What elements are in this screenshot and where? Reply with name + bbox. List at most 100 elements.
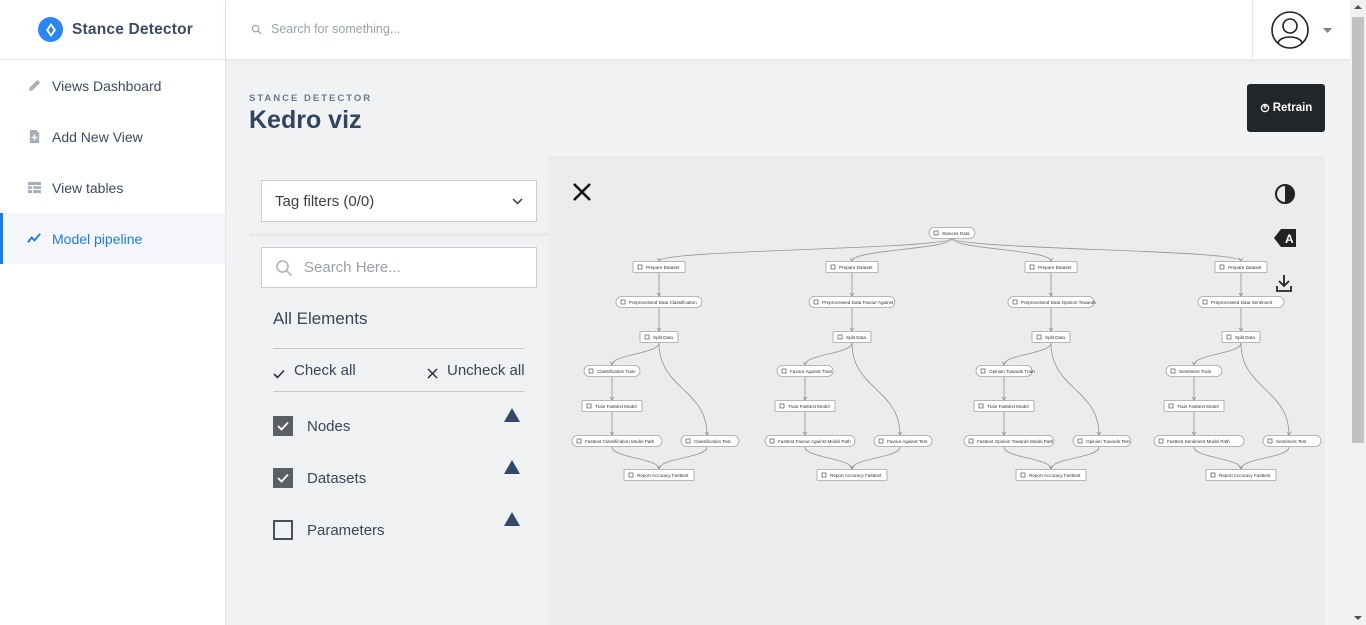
checkmark-icon: [277, 473, 289, 483]
node-label: Report Accuracy Fasttext: [830, 473, 882, 478]
task-node[interactable]: Prepare Dataset: [1214, 261, 1268, 273]
nodes-checkbox[interactable]: [273, 416, 293, 436]
task-node[interactable]: Prepare Dataset: [1024, 261, 1078, 273]
collapse-triangle-icon[interactable]: [504, 408, 520, 422]
node-label: Prepare Dataset: [839, 265, 873, 270]
datasets-checkbox[interactable]: [273, 468, 293, 488]
scroll-thumb[interactable]: [1352, 17, 1364, 443]
label-toggle-icon[interactable]: A: [1274, 228, 1296, 248]
export-icon[interactable]: [1274, 273, 1294, 293]
element-search-input[interactable]: [304, 259, 524, 276]
edge-arrow-icon: [1048, 257, 1054, 262]
task-node[interactable]: Report Accuracy Fasttext: [623, 469, 695, 481]
task-node[interactable]: Prepare Dataset: [632, 261, 686, 273]
dataset-node[interactable]: Preprocessed Data Opinion Towards: [1007, 296, 1096, 308]
graph-edge: [1193, 446, 1242, 470]
dataset-node[interactable]: Preprocessed Data Sentiment: [1197, 296, 1285, 308]
task-node[interactable]: Train Fasttext Model: [774, 400, 836, 412]
scroll-up-arrow-icon[interactable]: [1354, 5, 1362, 9]
retrain-button[interactable]: Retrain: [1247, 84, 1325, 132]
trend-line-icon: [27, 233, 41, 243]
task-node[interactable]: Report Accuracy Fasttext: [1015, 469, 1087, 481]
dataset-node[interactable]: Favour Against Train: [776, 365, 834, 377]
dataset-node[interactable]: Sentiment Train: [1165, 365, 1223, 377]
element-label: Nodes: [307, 417, 351, 435]
task-node[interactable]: Split Data: [1221, 331, 1261, 343]
sidebar-item-view-tables[interactable]: View tables: [0, 162, 225, 213]
node-label: Opinion Towards Train: [989, 369, 1035, 374]
sidebar-item-views-dashboard[interactable]: Views Dashboard: [0, 60, 225, 111]
node-label: Preprocessed Data Classification: [629, 300, 697, 305]
tag-filter-dropdown[interactable]: Tag filters (0/0): [261, 180, 537, 222]
uncheck-all-button[interactable]: Uncheck all: [427, 362, 525, 379]
dataset-node[interactable]: Preprocessed Data Classification: [615, 296, 703, 308]
dataset-node[interactable]: Fasttext Sentiment Model Path: [1153, 435, 1245, 447]
scroll-down-arrow-icon[interactable]: [1354, 616, 1362, 620]
collapse-triangle-icon[interactable]: [504, 512, 520, 526]
task-node[interactable]: Prepare Dataset: [825, 261, 879, 273]
global-search: [251, 22, 571, 36]
brand-title: Stance Detector: [72, 20, 194, 38]
edge-arrow-icon: [1238, 257, 1244, 262]
task-node[interactable]: Split Data: [1031, 331, 1071, 343]
node-label: Classification Train: [597, 369, 636, 374]
node-label: Split Data: [1045, 335, 1065, 340]
user-menu[interactable]: [1252, 0, 1350, 60]
dataset-node[interactable]: Sentiment Test: [1262, 435, 1322, 447]
dataset-node[interactable]: Stances Data: [928, 227, 976, 239]
tag-filter-label: Tag filters (0/0): [275, 192, 375, 210]
dataset-node[interactable]: Classification Train: [583, 365, 641, 377]
dataset-node[interactable]: Fasttext Opinion Towards Model Path: [963, 435, 1055, 447]
element-row-datasets[interactable]: Datasets: [273, 468, 366, 488]
dataset-node[interactable]: Opinion Towards Test: [1072, 435, 1132, 447]
dataset-node[interactable]: Favour Against Test: [873, 435, 933, 447]
parameters-checkbox[interactable]: [273, 520, 293, 540]
check-icon: [273, 369, 285, 379]
kedro-sidebar: Tag filters (0/0) All Elements Check all…: [249, 156, 549, 625]
node-label: Sentiment Test: [1276, 439, 1307, 444]
pipeline-graph-area[interactable]: A Prepare Dataset Preprocessed Data Class…: [549, 156, 1325, 625]
node-label: Fasttext Favour Against Model Path: [778, 439, 851, 444]
node-label: Stances Data: [942, 231, 970, 236]
task-node[interactable]: Report Accuracy Fasttext: [1205, 469, 1277, 481]
search-input[interactable]: [271, 22, 571, 36]
check-all-label: Check all: [294, 362, 356, 379]
dataset-node[interactable]: Classification Test: [680, 435, 740, 447]
dataset-node[interactable]: Fasttext Favour Against Model Path: [764, 435, 856, 447]
task-node[interactable]: Split Data: [832, 331, 872, 343]
all-elements-heading: All Elements: [273, 309, 368, 328]
task-node[interactable]: Train Fasttext Model: [581, 400, 643, 412]
task-node[interactable]: Report Accuracy Fasttext: [816, 469, 888, 481]
page-scrollbar[interactable]: [1350, 0, 1366, 625]
avatar-icon[interactable]: [1270, 10, 1310, 50]
dataset-node[interactable]: Fasttext Classification Model Path: [571, 435, 663, 447]
sidebar-item-label: Add New View: [52, 128, 143, 145]
close-icon[interactable]: [572, 182, 592, 202]
element-row-parameters[interactable]: Parameters: [273, 520, 385, 540]
dataset-node[interactable]: Preprocessed Data Favour Against: [808, 296, 896, 308]
sidebar-item-label: Model pipeline: [52, 230, 143, 247]
task-node[interactable]: Split Data: [639, 331, 679, 343]
check-all-button[interactable]: Check all: [273, 362, 356, 379]
node-label: Prepare Dataset: [1038, 265, 1072, 270]
node-label: Preprocessed Data Opinion Towards: [1021, 300, 1096, 305]
dataset-node[interactable]: Opinion Towards Train: [975, 365, 1035, 377]
theme-toggle-icon[interactable]: [1274, 183, 1296, 205]
graph-edge: [1050, 342, 1100, 436]
task-node[interactable]: Train Fasttext Model: [973, 400, 1035, 412]
sidebar-item-add-new-view[interactable]: Add New View: [0, 111, 225, 162]
element-row-nodes[interactable]: Nodes: [273, 416, 350, 436]
graph-edge: [1193, 342, 1242, 366]
node-label: Prepare Dataset: [1228, 265, 1262, 270]
retrain-label: Retrain: [1272, 102, 1313, 114]
element-search: [261, 247, 537, 288]
chevron-down-icon[interactable]: [1323, 27, 1332, 33]
task-node[interactable]: Train Fasttext Model: [1163, 400, 1225, 412]
graph-edge: [851, 446, 901, 470]
node-label: Report Accuracy Fasttext: [1219, 473, 1271, 478]
node-label: Train Fasttext Model: [595, 404, 637, 409]
sidebar-item-model-pipeline[interactable]: Model pipeline: [0, 213, 225, 264]
brand[interactable]: Stance Detector: [0, 0, 225, 60]
collapse-triangle-icon[interactable]: [504, 460, 520, 474]
node-label: Split Data: [846, 335, 866, 340]
